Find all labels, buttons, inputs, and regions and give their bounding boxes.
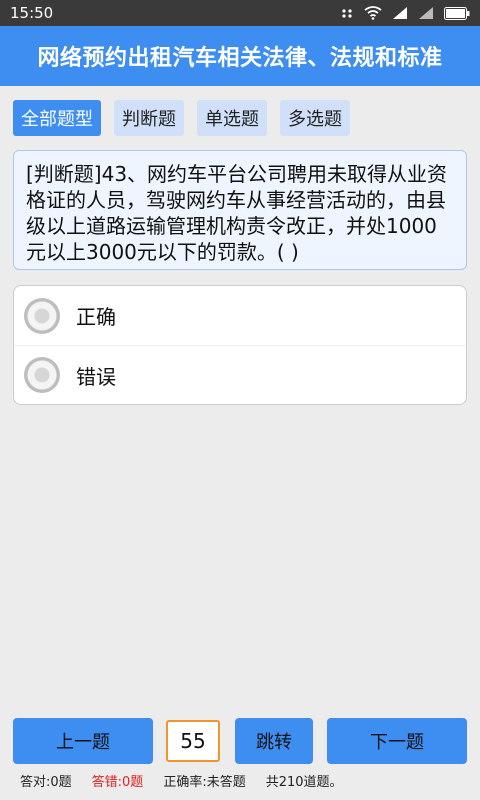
battery-icon (444, 6, 470, 20)
radio-button-icon[interactable] (24, 297, 60, 334)
tab-all-types[interactable]: 全部题型 (13, 100, 101, 136)
wifi-icon (364, 6, 382, 20)
tab-multiple-choice[interactable]: 多选题 (280, 100, 350, 136)
option-label: 错误 (76, 364, 116, 389)
question-type-tabs: 全部题型 判断题 单选题 多选题 (13, 100, 350, 136)
prev-question-button[interactable]: 上一题 (13, 718, 153, 764)
tab-true-false[interactable]: 判断题 (114, 100, 184, 136)
alarm-dots-icon (342, 9, 352, 18)
option-false[interactable]: 错误 (14, 345, 466, 404)
answer-options: 正确 错误 (13, 285, 467, 405)
stats-row: 答对:0题 答错:0题 正确率:未答题 共210道题。 (20, 770, 363, 790)
app-header: 网络预约出租汽车相关法律、法规和标准 (0, 26, 480, 86)
correct-count: 答对:0题 (20, 774, 72, 790)
radio-button-icon[interactable] (24, 357, 60, 393)
tab-single-choice[interactable]: 单选题 (197, 100, 267, 136)
navigation-bar: 上一题 跳转 下一题 (0, 718, 480, 768)
option-label: 正确 (76, 305, 116, 329)
option-true[interactable]: 正确 (14, 286, 466, 345)
total-count: 共210道题。 (265, 774, 343, 790)
signal-secondary-icon (419, 7, 433, 19)
signal-icon (393, 7, 407, 19)
page-title: 网络预约出租汽车相关法律、法规和标准 (37, 46, 443, 71)
status-icons (340, 6, 470, 20)
question-text: [判断题]43、网约车平台公司聘用未取得从业资格证的人员，驾驶网约车从事经营活动… (13, 150, 467, 270)
wrong-count: 答错:0题 (91, 774, 144, 790)
status-time: 15:50 (10, 4, 54, 22)
accuracy-rate: 正确率:未答题 (163, 774, 246, 790)
next-question-button[interactable]: 下一题 (327, 718, 467, 764)
page-number-input[interactable] (166, 720, 220, 762)
jump-button[interactable]: 跳转 (235, 718, 313, 764)
status-bar: 15:50 (0, 0, 480, 26)
